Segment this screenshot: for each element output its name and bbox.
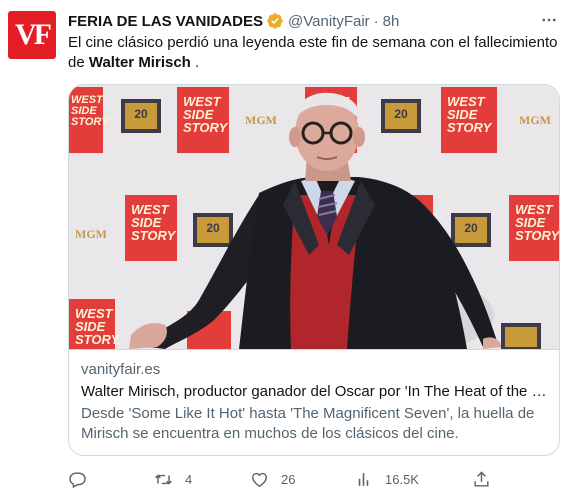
- display-name[interactable]: FERIA DE LAS VANIDADES: [68, 13, 263, 30]
- views-count: 16.5K: [385, 471, 419, 487]
- avatar[interactable]: VF: [8, 11, 56, 59]
- card-image[interactable]: WEST SIDE STORY 20 WEST SIDE STORY MGM W…: [69, 85, 559, 349]
- timestamp[interactable]: 8h: [383, 13, 400, 30]
- more-options-icon[interactable]: [538, 9, 560, 31]
- tweet-header: FERIA DE LAS VANIDADES @VanityFair · 8h: [68, 11, 560, 31]
- card-title: Walter Mirisch, productor ganador del Os…: [81, 383, 549, 400]
- heart-icon: [252, 472, 267, 487]
- separator-dot: ·: [373, 12, 379, 30]
- card-description: Desde 'Some Like It Hot' hasta 'The Magn…: [81, 405, 535, 442]
- retweet-count: 4: [185, 471, 193, 487]
- tweet-text-end: .: [190, 54, 200, 71]
- man-photo: [129, 92, 501, 349]
- reply-icon: [69, 471, 86, 488]
- card-domain: vanityfair.es: [81, 361, 161, 378]
- like-button[interactable]: 26: [250, 468, 295, 490]
- action-bar: 4 26 16.5K: [68, 468, 562, 492]
- card-body[interactable]: vanityfair.es Walter Mirisch, productor …: [69, 349, 559, 455]
- like-count: 26: [281, 471, 296, 487]
- avatar-logo-text: VF: [15, 18, 52, 51]
- share-icon: [474, 470, 489, 487]
- link-preview-card[interactable]: WEST SIDE STORY 20 WEST SIDE STORY MGM W…: [68, 84, 560, 456]
- handle[interactable]: @VanityFair: [288, 13, 370, 30]
- verified-badge-icon[interactable]: [266, 12, 284, 30]
- reply-button[interactable]: [68, 468, 87, 490]
- tweet[interactable]: VF FERIA DE LAS VANIDADES @VanityFair · …: [0, 0, 574, 496]
- share-button[interactable]: [472, 468, 491, 490]
- tweet-text: El cine clásico perdió una leyenda este …: [68, 33, 562, 73]
- tweet-text-mention: Walter Mirisch: [88, 54, 191, 71]
- retweet-icon: [155, 474, 172, 484]
- views-icon: [358, 472, 369, 486]
- views-button[interactable]: 16.5K: [354, 468, 419, 490]
- retweet-button[interactable]: 4: [154, 468, 192, 490]
